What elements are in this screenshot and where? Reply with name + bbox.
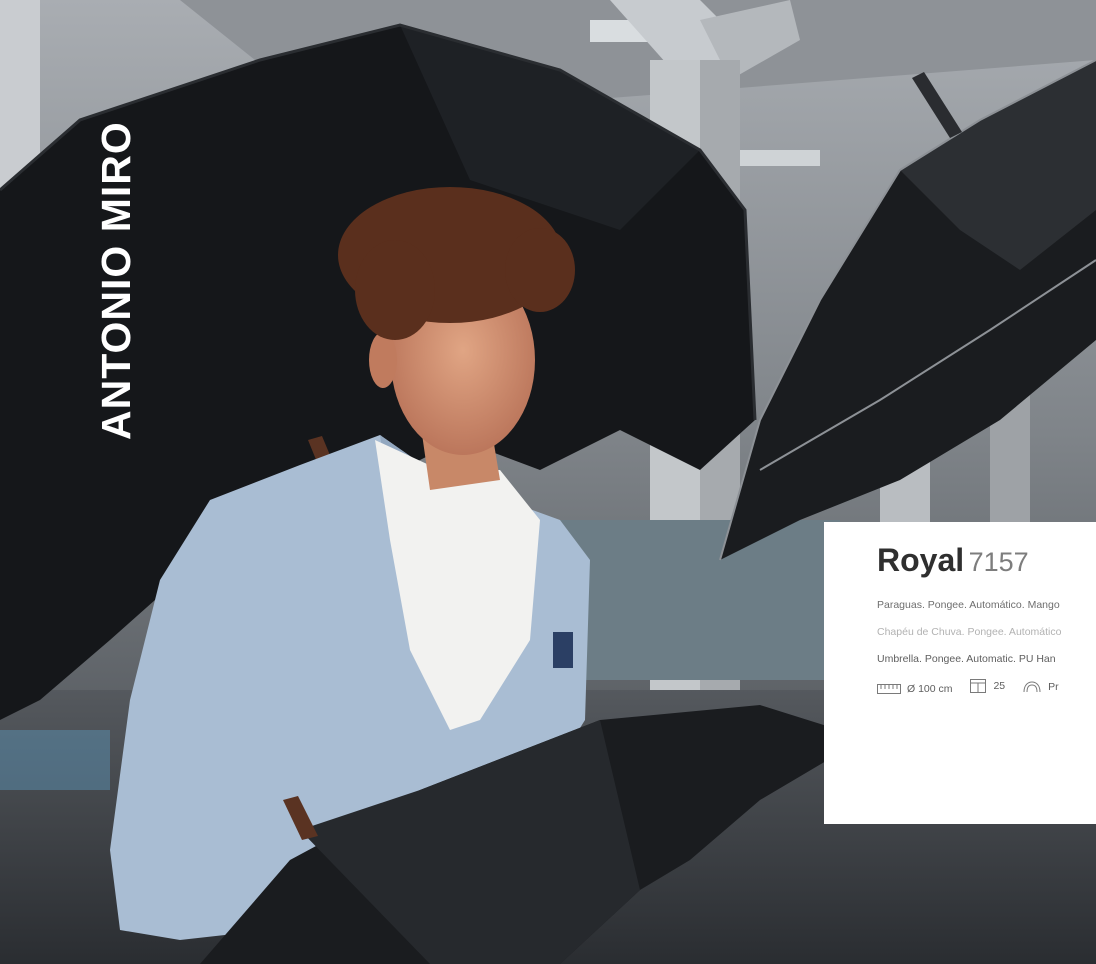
diameter-value: Ø 100 cm: [907, 683, 953, 695]
ruler-icon: [877, 684, 901, 694]
spec-print: Pr: [1022, 680, 1059, 694]
description-en: Umbrella. Pongee. Automatic. PU Han: [877, 653, 1056, 665]
box-icon: [970, 679, 987, 693]
description-pt: Chapéu de Chuva. Pongee. Automático: [877, 626, 1062, 638]
catalog-page: ANTONIO MIRO Royal 7157 Paraguas. Pongee…: [0, 0, 1096, 964]
product-name: Royal: [877, 542, 965, 578]
spec-row: Ø 100 cm 25 Pr: [877, 678, 1073, 697]
spec-diameter: Ø 100 cm: [877, 683, 953, 695]
product-card: Royal 7157 Paraguas. Pongee. Automático.…: [824, 522, 1096, 824]
description-es: Paraguas. Pongee. Automático. Mango: [877, 599, 1060, 611]
print-icon: [1023, 681, 1041, 693]
product-title: Royal 7157: [877, 542, 1029, 579]
spec-box: 25: [969, 678, 1005, 694]
print-label: Pr: [1048, 681, 1059, 693]
brand-logo: ANTONIO MIRO: [93, 121, 139, 440]
box-quantity: 25: [993, 680, 1006, 692]
product-code: 7157: [968, 547, 1029, 577]
